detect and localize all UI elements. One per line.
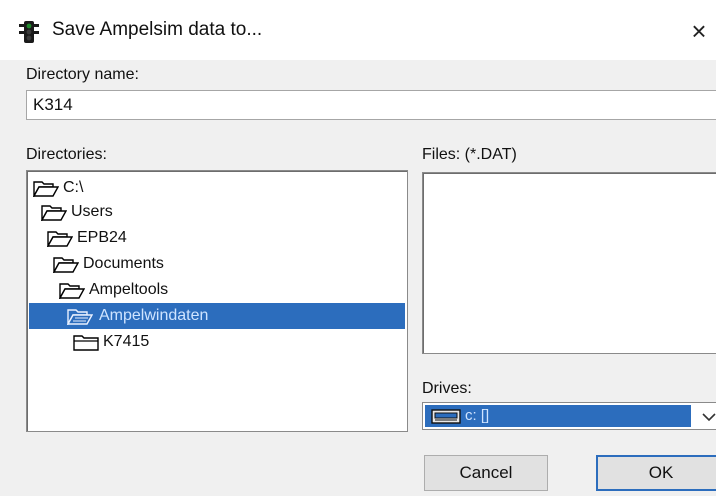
files-label: Files: (*.DAT): [422, 146, 517, 163]
drive-label: c: []: [465, 407, 490, 424]
drive-icon: [431, 409, 461, 424]
drive-selected-value: c: []: [425, 405, 691, 427]
directory-item-users[interactable]: Users: [41, 199, 403, 225]
traffic-light-icon: [19, 21, 39, 43]
cancel-button[interactable]: Cancel: [424, 455, 548, 491]
window-title: Save Ampelsim data to...: [52, 19, 263, 40]
open-folder-icon: [33, 181, 59, 197]
directory-item-ampeltools[interactable]: Ampeltools: [59, 277, 403, 303]
directory-item-label: Documents: [83, 255, 164, 272]
directory-item-k7415[interactable]: K7415: [73, 329, 403, 355]
directory-item-epb24[interactable]: EPB24: [47, 225, 403, 251]
drives-dropdown[interactable]: c: []: [422, 402, 716, 430]
directory-item-c[interactable]: C:\: [33, 175, 403, 201]
directories-label: Directories:: [26, 146, 107, 163]
directory-item-label: Users: [71, 203, 113, 220]
close-button[interactable]: ×: [682, 14, 716, 48]
directory-name-input[interactable]: [26, 90, 716, 120]
chevron-down-icon[interactable]: [699, 407, 716, 427]
drives-label: Drives:: [422, 380, 472, 397]
ok-button[interactable]: OK: [596, 455, 716, 491]
directory-item-label: C:\: [63, 179, 84, 196]
directory-item-label: Ampelwindaten: [99, 307, 209, 324]
open-folder-icon: [53, 257, 79, 273]
directory-item-label: Ampeltools: [89, 281, 169, 298]
directories-list[interactable]: C:\ Users EPB24 Documents Ampeltools Amp…: [26, 170, 408, 432]
directory-item-label: K7415: [103, 333, 150, 350]
directory-item-documents[interactable]: Documents: [53, 251, 403, 277]
open-folder-icon: [59, 283, 85, 299]
directory-name-label: Directory name:: [26, 66, 139, 83]
open-folder-icon: [47, 231, 73, 247]
closed-folder-icon: [73, 335, 99, 351]
files-list[interactable]: [422, 172, 716, 354]
open-folder-icon: [41, 205, 67, 221]
title-bar: Save Ampelsim data to... ×: [0, 0, 716, 60]
open-folder-icon: [67, 309, 93, 325]
directory-item-label: EPB24: [77, 229, 127, 246]
directory-item-ampelwindaten[interactable]: Ampelwindaten: [29, 303, 405, 329]
